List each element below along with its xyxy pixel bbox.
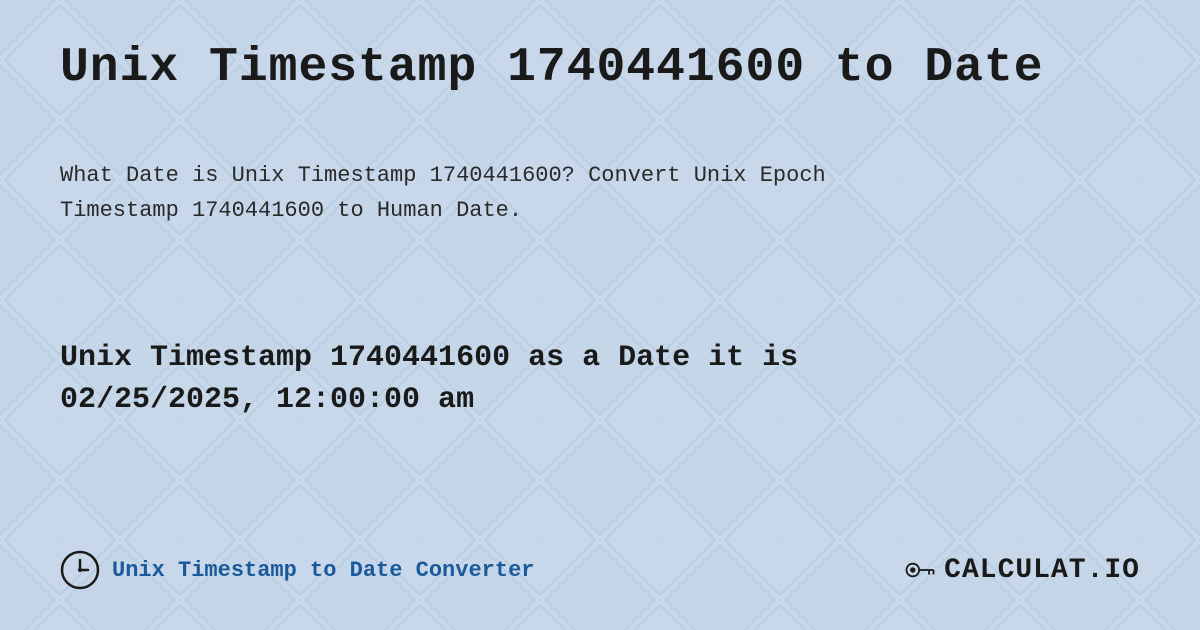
footer-link-text[interactable]: Unix Timestamp to Date Converter	[112, 558, 534, 583]
result-line2: 02/25/2025, 12:00:00 am	[60, 383, 474, 417]
result-text: Unix Timestamp 1740441600 as a Date it i…	[60, 337, 798, 421]
description-section: What Date is Unix Timestamp 1740441600? …	[60, 138, 1140, 228]
result-line1: Unix Timestamp 1740441600 as a Date it i…	[60, 341, 798, 375]
logo-text: CALCULAT.IO	[944, 555, 1140, 586]
result-section: Unix Timestamp 1740441600 as a Date it i…	[60, 228, 1140, 530]
footer-left: Unix Timestamp to Date Converter	[60, 550, 534, 590]
result-text-block: Unix Timestamp 1740441600 as a Date it i…	[60, 337, 798, 421]
description-line1: What Date is Unix Timestamp 1740441600? …	[60, 163, 826, 188]
description-text: What Date is Unix Timestamp 1740441600? …	[60, 158, 1060, 228]
logo-section: CALCULAT.IO	[902, 552, 1140, 588]
clock-icon	[60, 550, 100, 590]
page-content: Unix Timestamp 1740441600 to Date What D…	[0, 0, 1200, 630]
page-title: Unix Timestamp 1740441600 to Date	[60, 40, 1140, 98]
description-line2: Timestamp 1740441600 to Human Date.	[60, 198, 522, 223]
title-section: Unix Timestamp 1740441600 to Date	[60, 40, 1140, 108]
footer: Unix Timestamp to Date Converter CALCULA…	[60, 530, 1140, 590]
logo-icon	[902, 552, 938, 588]
